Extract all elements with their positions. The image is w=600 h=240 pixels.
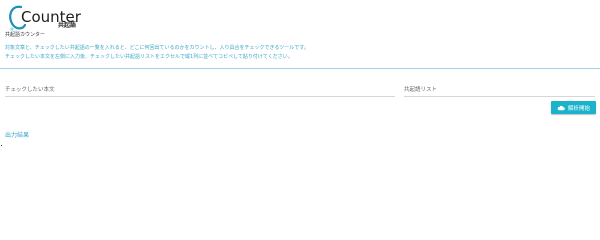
cooccurrence-list-input[interactable] xyxy=(404,83,595,97)
header: Counter 共起語 共起語カウンター 対象文章と、チェックしたい共起語の一覧… xyxy=(0,0,600,69)
counter-logo: Counter xyxy=(9,5,82,32)
check-text-input[interactable] xyxy=(5,83,395,97)
page-subtitle: 共起語カウンター xyxy=(5,32,46,38)
description-line: 対象文章と、チェックしたい共起語の一覧を入れると、どこに何回出ているのかをカウン… xyxy=(5,45,309,51)
run-analysis-label: 解析開始 xyxy=(567,105,590,112)
result-output xyxy=(1,145,2,146)
result-title: 出力結果 xyxy=(5,132,30,139)
logo-tag: 共起語 xyxy=(58,22,77,29)
description-line: チェックしたい本文を左側に入力後、チェックしたい共起語リストをエクセルで縦1列に… xyxy=(5,54,293,60)
run-analysis-button[interactable]: 解析開始 xyxy=(551,101,596,114)
cloud-icon xyxy=(557,105,565,110)
description: 対象文章と、チェックしたい共起語の一覧を入れると、どこに何回出ているのかをカウン… xyxy=(5,44,309,62)
